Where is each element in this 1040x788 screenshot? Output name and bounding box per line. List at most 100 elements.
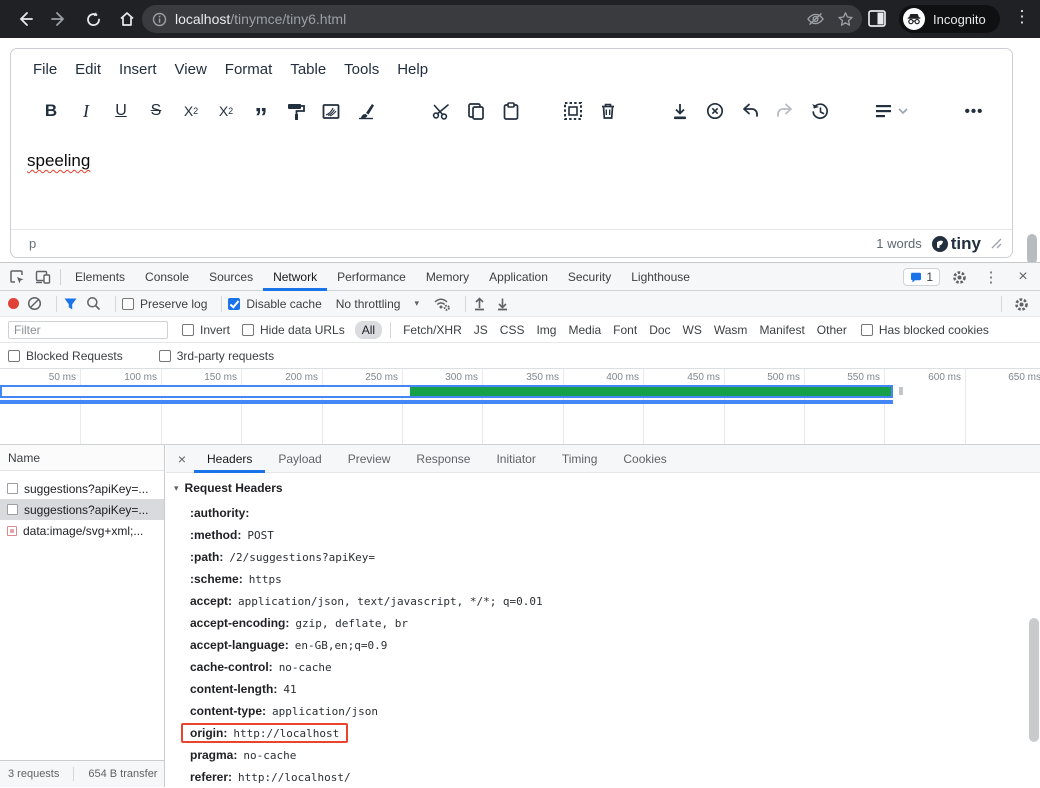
network-settings-icon[interactable] <box>1008 291 1034 317</box>
copy-icon[interactable] <box>464 99 488 123</box>
filter-type-ws[interactable]: WS <box>677 321 708 339</box>
italic-button[interactable]: I <box>74 99 98 123</box>
network-overview[interactable]: 50 ms 100 ms 150 ms 200 ms 250 ms 300 ms… <box>0 369 1040 445</box>
hide-data-urls-checkbox[interactable]: Hide data URLs <box>242 323 345 337</box>
tab-sources[interactable]: Sources <box>199 263 263 291</box>
filter-type-img[interactable]: Img <box>530 321 562 339</box>
tab-payload[interactable]: Payload <box>265 445 334 473</box>
has-blocked-cookies-checkbox[interactable]: Has blocked cookies <box>861 323 989 337</box>
throttling-select[interactable]: No throttling ▾ <box>336 297 419 311</box>
page-scrollbar-thumb[interactable] <box>1027 234 1037 264</box>
back-icon[interactable] <box>8 4 42 34</box>
menu-format[interactable]: Format <box>216 57 282 82</box>
devtools-settings-icon[interactable] <box>946 264 972 290</box>
tiny-logo[interactable]: tiny <box>932 234 981 254</box>
word-count[interactable]: 1 words <box>876 236 922 251</box>
requests-name-header[interactable]: Name <box>0 445 164 471</box>
bold-button[interactable]: B <box>39 99 63 123</box>
filter-type-fetchxhr[interactable]: Fetch/XHR <box>397 321 468 339</box>
brush-icon[interactable] <box>354 99 378 123</box>
filter-type-all[interactable]: All <box>355 321 382 339</box>
cancel-circle-icon[interactable] <box>703 99 727 123</box>
tab-response[interactable]: Response <box>403 445 483 473</box>
export-har-icon[interactable] <box>495 296 510 311</box>
menu-insert[interactable]: Insert <box>110 57 166 82</box>
redo-icon[interactable] <box>773 99 797 123</box>
tab-timing[interactable]: Timing <box>549 445 611 473</box>
export-download-icon[interactable] <box>668 99 692 123</box>
resize-handle-icon[interactable] <box>991 238 1002 249</box>
network-filter-input[interactable] <box>8 321 168 339</box>
undo-icon[interactable] <box>738 99 762 123</box>
blocked-requests-checkbox[interactable]: Blocked Requests <box>8 349 123 363</box>
filter-type-doc[interactable]: Doc <box>643 321 676 339</box>
invert-checkbox[interactable]: Invert <box>182 323 230 337</box>
filter-type-wasm[interactable]: Wasm <box>708 321 754 339</box>
reload-icon[interactable] <box>76 4 110 34</box>
detail-scrollbar-thumb[interactable] <box>1029 618 1039 742</box>
filter-toggle-icon[interactable] <box>63 297 78 311</box>
clear-button[interactable] <box>27 296 42 311</box>
network-conditions-icon[interactable] <box>433 296 451 311</box>
disable-cache-checkbox[interactable]: Disable cache <box>228 297 321 311</box>
editor-content[interactable]: speeling <box>11 133 1012 231</box>
tab-elements[interactable]: Elements <box>65 263 135 291</box>
record-button[interactable] <box>8 298 19 309</box>
tab-security[interactable]: Security <box>558 263 621 291</box>
filter-type-other[interactable]: Other <box>811 321 853 339</box>
devtools-close-icon[interactable]: × <box>1010 264 1036 290</box>
hidden-eye-icon[interactable] <box>806 11 825 27</box>
import-har-icon[interactable] <box>472 296 487 311</box>
more-button[interactable]: ••• <box>962 99 986 123</box>
menu-view[interactable]: View <box>166 57 216 82</box>
misspelled-word[interactable]: speeling <box>27 151 90 170</box>
filter-type-js[interactable]: JS <box>468 321 494 339</box>
paste-icon[interactable] <box>499 99 523 123</box>
menu-table[interactable]: Table <box>281 57 335 82</box>
inspect-element-icon[interactable] <box>4 264 30 290</box>
tab-performance[interactable]: Performance <box>327 263 416 291</box>
device-toolbar-icon[interactable] <box>30 264 56 290</box>
side-panel-icon[interactable] <box>868 10 886 32</box>
image-frame-icon[interactable] <box>319 99 343 123</box>
menu-tools[interactable]: Tools <box>335 57 388 82</box>
third-party-checkbox[interactable]: 3rd-party requests <box>159 349 274 363</box>
restore-draft-icon[interactable] <box>808 99 832 123</box>
request-row-selected[interactable]: suggestions?apiKey=... <box>0 499 164 520</box>
request-row[interactable]: suggestions?apiKey=... <box>0 478 164 499</box>
preserve-log-checkbox[interactable]: Preserve log <box>122 297 207 311</box>
subscript-button[interactable]: X2 <box>179 99 203 123</box>
tab-memory[interactable]: Memory <box>416 263 479 291</box>
request-headers-section[interactable]: ▾ Request Headers <box>174 481 283 495</box>
tab-application[interactable]: Application <box>479 263 558 291</box>
home-icon[interactable] <box>110 4 144 34</box>
filter-type-manifest[interactable]: Manifest <box>753 321 810 339</box>
filter-type-css[interactable]: CSS <box>494 321 531 339</box>
trash-icon[interactable] <box>596 99 620 123</box>
incognito-badge[interactable]: Incognito <box>899 5 1000 33</box>
menu-edit[interactable]: Edit <box>66 57 110 82</box>
menu-help[interactable]: Help <box>388 57 437 82</box>
cut-icon[interactable] <box>429 99 453 123</box>
menu-file[interactable]: File <box>24 57 66 82</box>
bookmark-star-icon[interactable] <box>837 11 854 28</box>
tab-network[interactable]: Network <box>263 263 327 291</box>
issues-badge[interactable]: 1 <box>903 268 940 286</box>
search-icon[interactable] <box>86 296 101 311</box>
address-bar[interactable]: localhost/tinymce/tiny6.html <box>142 5 862 33</box>
devtools-menu-icon[interactable]: ⋮ <box>978 264 1004 290</box>
element-path[interactable]: p <box>29 236 36 251</box>
select-all-icon[interactable] <box>561 99 585 123</box>
filter-type-media[interactable]: Media <box>562 321 607 339</box>
blockquote-button[interactable]: ” <box>249 99 273 123</box>
tab-preview[interactable]: Preview <box>335 445 404 473</box>
paint-roller-icon[interactable] <box>284 99 308 123</box>
disclosure-triangle-icon[interactable]: ▾ <box>174 483 179 494</box>
tab-cookies[interactable]: Cookies <box>610 445 679 473</box>
align-dropdown[interactable] <box>873 99 911 123</box>
browser-menu-icon[interactable]: ⋮ <box>1012 7 1032 27</box>
tab-initiator[interactable]: Initiator <box>483 445 548 473</box>
request-row[interactable]: data:image/svg+xml;... <box>0 520 164 541</box>
superscript-button[interactable]: X2 <box>214 99 238 123</box>
tab-lighthouse[interactable]: Lighthouse <box>621 263 700 291</box>
